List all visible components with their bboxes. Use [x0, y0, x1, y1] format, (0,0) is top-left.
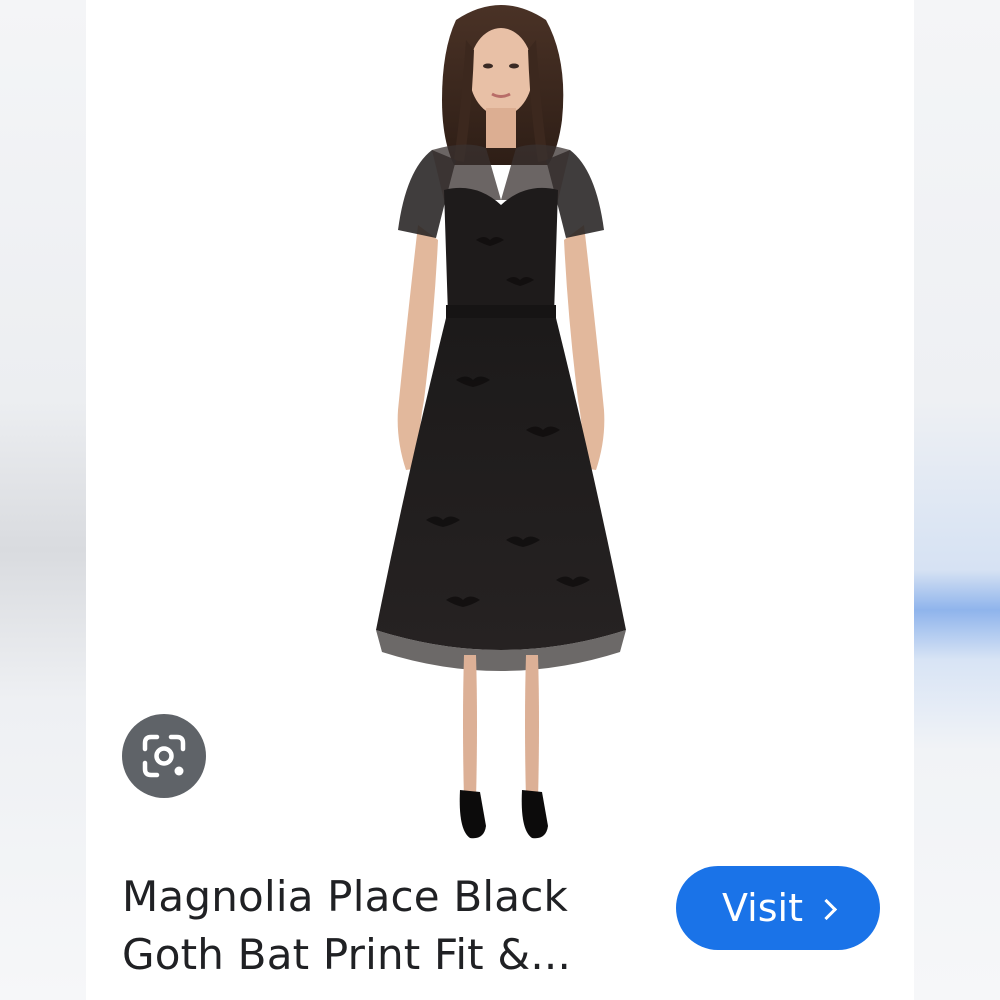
product-image[interactable] [336, 0, 666, 845]
google-lens-button[interactable] [122, 714, 206, 798]
product-title[interactable]: Magnolia Place Black Goth Bat Print Fit … [122, 868, 642, 984]
product-card: Magnolia Place Black Goth Bat Print Fit … [86, 0, 914, 1000]
blurred-backdrop-left [0, 0, 86, 1000]
visit-button[interactable]: Visit [676, 866, 880, 950]
google-lens-icon [142, 734, 186, 778]
screen: Magnolia Place Black Goth Bat Print Fit … [0, 0, 1000, 1000]
chevron-right-icon [815, 898, 838, 920]
blurred-backdrop-right [914, 0, 1000, 1000]
visit-button-label: Visit [722, 886, 803, 930]
